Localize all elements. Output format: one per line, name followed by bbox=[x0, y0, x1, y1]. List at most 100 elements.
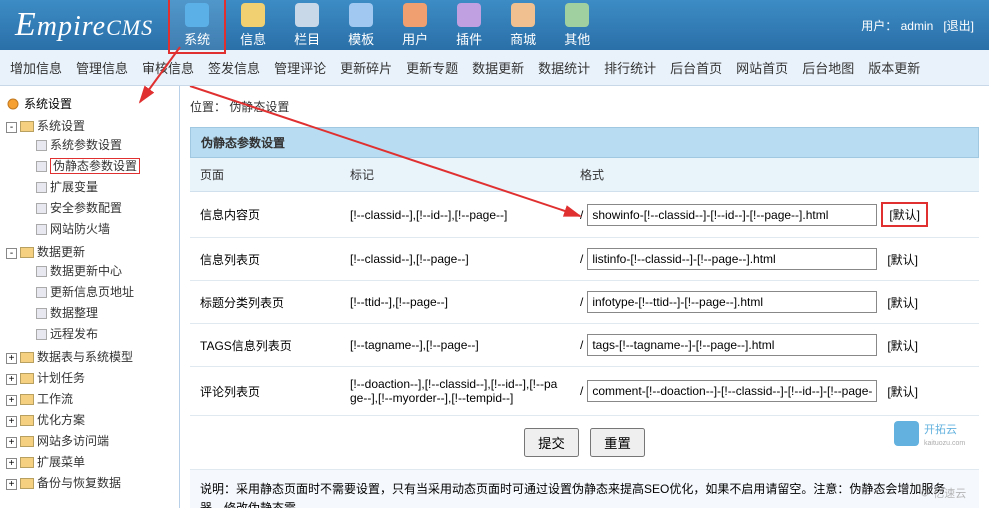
nav-item-2[interactable]: 栏目 bbox=[280, 0, 334, 52]
page-icon bbox=[36, 161, 47, 172]
format-input[interactable] bbox=[587, 291, 877, 313]
sub-nav: 增加信息管理信息审核信息签发信息管理评论更新碎片更新专题数据更新数据统计排行统计… bbox=[0, 50, 989, 86]
tree-leaf-link[interactable]: 更新信息页地址 bbox=[50, 285, 134, 299]
breadcrumb: 位置： 伪静态设置 bbox=[190, 94, 979, 127]
folder-icon bbox=[20, 478, 34, 489]
nav-item-1[interactable]: 信息 bbox=[226, 0, 280, 52]
format-input[interactable] bbox=[587, 380, 877, 402]
nav-item-0[interactable]: 系统 bbox=[168, 0, 226, 54]
default-button[interactable]: [默认] bbox=[881, 202, 928, 227]
other-icon bbox=[565, 3, 589, 27]
tree-toggle[interactable]: + bbox=[6, 458, 17, 469]
tree-group-3: + 计划任务 bbox=[4, 367, 175, 388]
tree-toggle[interactable]: - bbox=[6, 248, 17, 259]
subnav-link-4[interactable]: 管理评论 bbox=[274, 58, 326, 77]
tree-group-label[interactable]: 数据表与系统模型 bbox=[37, 350, 133, 364]
cell-format: / [默认] bbox=[570, 192, 979, 238]
tree-toggle[interactable]: + bbox=[6, 353, 17, 364]
cell-tag: [!--classid--],[!--page--] bbox=[340, 238, 570, 281]
format-input[interactable] bbox=[587, 334, 877, 356]
subnav-link-1[interactable]: 管理信息 bbox=[76, 58, 128, 77]
subnav-link-0[interactable]: 增加信息 bbox=[10, 58, 62, 77]
subnav-link-8[interactable]: 数据统计 bbox=[538, 58, 590, 77]
tree-leaf-link[interactable]: 网站防火墙 bbox=[50, 222, 110, 236]
user-name[interactable]: admin bbox=[901, 19, 934, 33]
sidebar-title: 系统设置 bbox=[4, 92, 175, 115]
cell-tag: [!--classid--],[!--id--],[!--page--] bbox=[340, 192, 570, 238]
subnav-link-3[interactable]: 签发信息 bbox=[208, 58, 260, 77]
page-icon bbox=[36, 308, 47, 319]
subnav-link-9[interactable]: 排行统计 bbox=[604, 58, 656, 77]
subnav-link-6[interactable]: 更新专题 bbox=[406, 58, 458, 77]
tree-leaf: 扩展变量 bbox=[20, 176, 175, 197]
col-format: 格式 bbox=[570, 158, 979, 192]
slash: / bbox=[580, 252, 583, 266]
tree-leaf-link[interactable]: 数据更新中心 bbox=[50, 264, 122, 278]
tree-group-label[interactable]: 数据更新 bbox=[37, 245, 85, 259]
tree-leaf: 系统参数设置 bbox=[20, 134, 175, 155]
cell-format: / [默认] bbox=[570, 324, 979, 367]
table-row: 评论列表页 [!--doaction--],[!--classid--],[!-… bbox=[190, 367, 979, 416]
nav-item-7[interactable]: 其他 bbox=[550, 0, 604, 52]
table-row: 信息列表页 [!--classid--],[!--page--] / [默认] bbox=[190, 238, 979, 281]
content: 位置： 伪静态设置 伪静态参数设置 页面 标记 格式 信息内容页 [!--cla… bbox=[180, 86, 989, 508]
nav-item-3[interactable]: 模板 bbox=[334, 0, 388, 52]
nav-item-4[interactable]: 用户 bbox=[388, 0, 442, 52]
default-button[interactable]: [默认] bbox=[881, 381, 924, 402]
format-input[interactable] bbox=[587, 248, 877, 270]
user-label: 用户： bbox=[861, 19, 897, 33]
submit-button[interactable]: 提交 bbox=[524, 428, 579, 457]
tree-group-label[interactable]: 工作流 bbox=[37, 392, 73, 406]
subnav-link-13[interactable]: 版本更新 bbox=[868, 58, 920, 77]
tree-group-label[interactable]: 优化方案 bbox=[37, 413, 85, 427]
tree-leaf-link[interactable]: 扩展变量 bbox=[50, 180, 98, 194]
col-page: 页面 bbox=[190, 158, 340, 192]
subnav-link-12[interactable]: 后台地图 bbox=[802, 58, 854, 77]
tree-group-label[interactable]: 网站多访问端 bbox=[37, 434, 109, 448]
tree-leaf: 远程发布 bbox=[20, 323, 175, 344]
page-icon bbox=[36, 182, 47, 193]
tree-leaf-link[interactable]: 数据整理 bbox=[50, 306, 98, 320]
default-button[interactable]: [默认] bbox=[881, 292, 924, 313]
cell-page: TAGS信息列表页 bbox=[190, 324, 340, 367]
reset-button[interactable]: 重置 bbox=[590, 428, 645, 457]
tree-leaf-link[interactable]: 安全参数配置 bbox=[50, 201, 122, 215]
page-icon bbox=[36, 329, 47, 340]
subnav-link-7[interactable]: 数据更新 bbox=[472, 58, 524, 77]
page-icon bbox=[36, 287, 47, 298]
slash: / bbox=[580, 338, 583, 352]
tree-group-label[interactable]: 系统设置 bbox=[37, 119, 85, 133]
tree-toggle[interactable]: - bbox=[6, 122, 17, 133]
tree-group-label[interactable]: 备份与恢复数据 bbox=[37, 476, 121, 490]
tree-toggle[interactable]: + bbox=[6, 479, 17, 490]
tree-leaf: 数据更新中心 bbox=[20, 260, 175, 281]
tree-group-label[interactable]: 计划任务 bbox=[37, 371, 85, 385]
subnav-link-2[interactable]: 审核信息 bbox=[142, 58, 194, 77]
nav-item-6[interactable]: 商城 bbox=[496, 0, 550, 52]
tree-toggle[interactable]: + bbox=[6, 437, 17, 448]
tree-leaf: 数据整理 bbox=[20, 302, 175, 323]
tree-toggle[interactable]: + bbox=[6, 395, 17, 406]
tree-group-label[interactable]: 扩展菜单 bbox=[37, 455, 85, 469]
tree-group-5: + 优化方案 bbox=[4, 409, 175, 430]
panel-title: 伪静态参数设置 bbox=[190, 127, 979, 158]
plugin-icon bbox=[457, 3, 481, 27]
subnav-link-10[interactable]: 后台首页 bbox=[670, 58, 722, 77]
tree-leaf-link[interactable]: 远程发布 bbox=[50, 327, 98, 341]
logout-link[interactable]: [退出] bbox=[943, 19, 974, 33]
tree-group-8: + 备份与恢复数据 bbox=[4, 472, 175, 493]
subnav-link-11[interactable]: 网站首页 bbox=[736, 58, 788, 77]
default-button[interactable]: [默认] bbox=[881, 249, 924, 270]
main-area: 系统设置 -系统设置系统参数设置伪静态参数设置扩展变量安全参数配置网站防火墙-数… bbox=[0, 86, 989, 508]
default-button[interactable]: [默认] bbox=[881, 335, 924, 356]
subnav-link-5[interactable]: 更新碎片 bbox=[340, 58, 392, 77]
tree-leaf-link[interactable]: 系统参数设置 bbox=[50, 138, 122, 152]
tree-leaf: 网站防火墙 bbox=[20, 218, 175, 239]
nav-item-5[interactable]: 插件 bbox=[442, 0, 496, 52]
tree-toggle[interactable]: + bbox=[6, 416, 17, 427]
tree-group-7: + 扩展菜单 bbox=[4, 451, 175, 472]
tree-toggle[interactable]: + bbox=[6, 374, 17, 385]
folder-icon bbox=[20, 394, 34, 405]
tree-leaf-link[interactable]: 伪静态参数设置 bbox=[50, 158, 140, 174]
format-input[interactable] bbox=[587, 204, 877, 226]
